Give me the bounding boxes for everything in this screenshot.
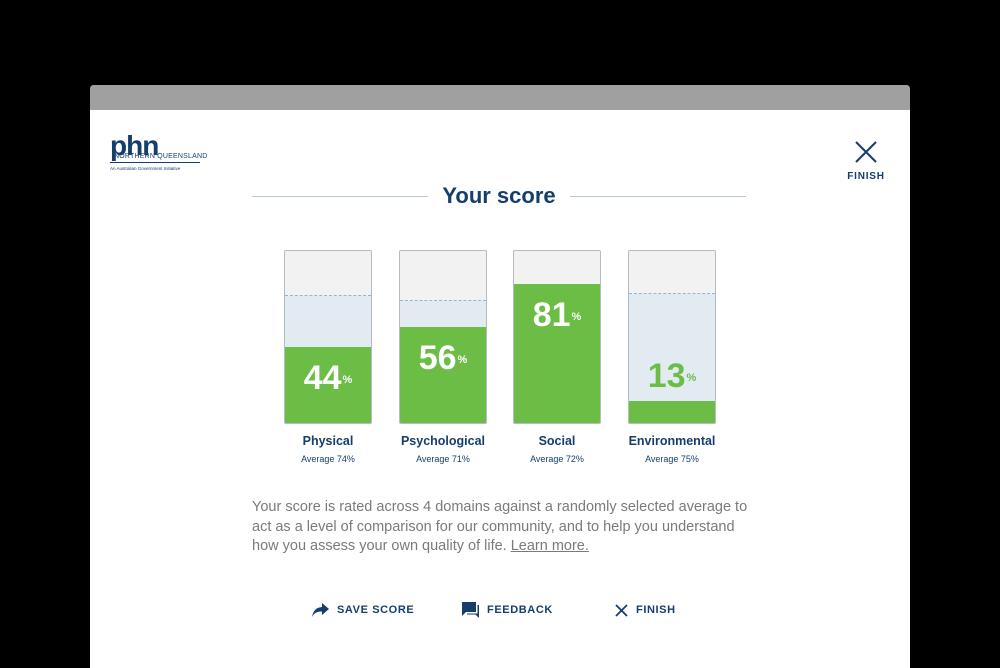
score-percent: 81% [514, 298, 600, 332]
score-description: Your score is rated across 4 domains aga… [252, 498, 752, 557]
score-bar: 13% [628, 250, 716, 424]
domain-environmental: 13% Environmental Average 75% [628, 250, 716, 464]
score-fill [629, 400, 715, 423]
domain-name: Physical [302, 434, 354, 448]
close-icon [615, 603, 628, 617]
score-value: 13 [647, 356, 686, 395]
score-bar: 44% [284, 250, 372, 424]
domain-name: Environmental [628, 434, 716, 448]
score-value: 44 [303, 359, 342, 398]
percent-sign: % [686, 371, 697, 384]
close-icon [855, 141, 877, 163]
score-value: 56 [418, 338, 457, 377]
average-line [629, 293, 715, 294]
finish-button[interactable]: FINISH [615, 600, 676, 620]
logo-tagline: An Australian Government Initiative [110, 166, 181, 171]
domain-physical: 44% Physical Average 74% [284, 250, 372, 464]
save-score-button[interactable]: SAVE SCORE [312, 600, 414, 620]
logo-sub-text: NORTHERN QUEENSLAND [114, 153, 208, 160]
domain-name: Psychological [400, 434, 486, 448]
feedback-button[interactable]: FEEDBACK [462, 600, 553, 620]
chat-bubble-icon [462, 602, 479, 618]
percent-sign: % [457, 353, 468, 366]
close-finish-button[interactable]: FINISH [845, 141, 887, 182]
percent-sign: % [571, 310, 582, 323]
percent-sign: % [342, 374, 353, 387]
description-text: Your score is rated across 4 domains aga… [252, 499, 748, 554]
close-finish-label: FINISH [847, 171, 885, 182]
score-bar: 81% [513, 250, 601, 424]
average-line [285, 294, 371, 296]
score-percent: 13% [629, 359, 715, 393]
domain-average: Average 74% [301, 454, 355, 464]
score-percent: 44% [285, 361, 371, 395]
score-bar: 56% [399, 250, 487, 424]
domain-social: 81% Social Average 72% [513, 250, 601, 464]
finish-label: FINISH [636, 604, 676, 616]
phn-logo: phn NORTHERN QUEENSLAND An Australian Go… [110, 132, 207, 171]
score-value: 81 [532, 295, 571, 334]
domain-average: Average 72% [530, 454, 584, 464]
domain-name: Social [538, 434, 576, 448]
learn-more-link[interactable]: Learn more. [511, 538, 589, 554]
heading-rule-right [570, 196, 746, 197]
share-arrow-icon [312, 603, 329, 617]
heading-row: Your score [252, 183, 746, 209]
window-titlebar [90, 85, 910, 110]
domain-average: Average 75% [645, 454, 699, 464]
domain-psychological: 56% Psychological Average 71% [399, 250, 487, 464]
save-score-label: SAVE SCORE [337, 604, 415, 616]
feedback-label: FEEDBACK [487, 604, 553, 616]
score-window: phn NORTHERN QUEENSLAND An Australian Go… [90, 85, 910, 668]
score-percent: 56% [400, 341, 486, 375]
average-line [400, 299, 486, 301]
domain-average: Average 71% [416, 454, 470, 464]
logo-divider [110, 162, 200, 163]
